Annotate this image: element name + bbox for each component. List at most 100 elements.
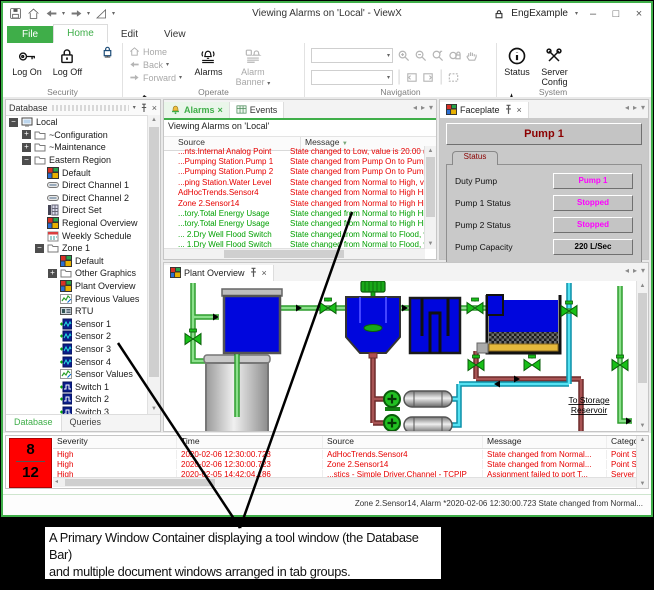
zoom-original-icon[interactable] xyxy=(431,49,444,62)
tree-item-sensor-2[interactable]: Sensor 2 xyxy=(6,330,148,343)
tab-database[interactable]: Database xyxy=(6,415,62,431)
tab-queries[interactable]: Queries xyxy=(62,415,110,431)
alarm-row[interactable]: ...Pumping Station.Pump 2State changed f… xyxy=(164,167,425,177)
tab-view[interactable]: View xyxy=(151,26,199,43)
forward-dropdown-icon[interactable]: ▾ xyxy=(87,10,90,17)
tree-item-plant-overview[interactable]: Plant Overview xyxy=(6,280,148,293)
tab-close-icon[interactable]: × xyxy=(517,105,522,115)
alarm-row[interactable]: Zone 2.Sensor14State changed from Normal… xyxy=(164,198,425,208)
pan-hand-icon[interactable] xyxy=(465,49,478,62)
tree-item-weekly-schedule[interactable]: Weekly Schedule xyxy=(6,229,148,242)
back-icon[interactable] xyxy=(44,7,58,21)
pin-icon[interactable] xyxy=(503,104,514,115)
collapse-icon[interactable]: − xyxy=(9,118,18,127)
zoom-in-icon[interactable] xyxy=(397,49,410,62)
banner-vscrollbar[interactable]: ▲ ▼ xyxy=(636,436,648,488)
faceplate-value-button[interactable]: Stopped xyxy=(553,195,633,211)
tab-home[interactable]: Home xyxy=(53,24,108,43)
tree-item-direct-channel-1[interactable]: Direct Channel 1 xyxy=(6,179,148,192)
tree-item-rtu[interactable]: RTU xyxy=(6,305,148,318)
tree-item-sensor-4[interactable]: Sensor 4 xyxy=(6,355,148,368)
tab-faceplate[interactable]: Faceplate × xyxy=(440,102,529,118)
collapse-icon[interactable]: − xyxy=(22,156,31,165)
maximize-button[interactable]: □ xyxy=(608,5,624,23)
tree-item-direct-set[interactable]: Direct Set xyxy=(6,204,148,217)
scroll-left-icon[interactable]: ◂ xyxy=(55,478,58,485)
tree-item-sensor-3[interactable]: Sensor 3 xyxy=(6,343,148,356)
scroll-down-icon[interactable]: ▼ xyxy=(637,421,648,431)
expand-icon[interactable]: + xyxy=(22,130,31,139)
customize-qat-icon[interactable]: ▾ xyxy=(112,10,115,17)
alarm-row[interactable]: ...nts.Internal Analog PointState change… xyxy=(164,146,425,156)
tree-item-other-graphics[interactable]: +Other Graphics xyxy=(6,267,148,280)
next-view-icon[interactable] xyxy=(422,71,435,84)
scroll-up-icon[interactable]: ▲ xyxy=(637,281,648,291)
workstation-lock-icon[interactable] xyxy=(101,45,114,58)
scroll-down-icon[interactable]: ▼ xyxy=(425,239,436,249)
tab-scroll-right-icon[interactable]: ▸ xyxy=(421,103,425,112)
column-message[interactable]: Message xyxy=(483,436,607,448)
tab-close-icon[interactable]: × xyxy=(218,105,223,115)
faceplate-value-button[interactable]: 220 L/Sec xyxy=(553,239,633,255)
alarm-row[interactable]: ... 2.Dry Well Flood SwitchState changed… xyxy=(164,229,425,239)
scroll-up-icon[interactable]: ▲ xyxy=(425,146,436,156)
zoom-lock-icon[interactable] xyxy=(448,49,461,62)
log-on-button[interactable]: Log On xyxy=(9,43,45,78)
tab-alarms[interactable]: Alarms × xyxy=(164,102,230,118)
scrollbar-thumb[interactable] xyxy=(65,479,215,486)
faceplate-value-button[interactable]: Pump 1 xyxy=(553,173,633,189)
tree-item-switch-1[interactable]: Switch 1 xyxy=(6,380,148,393)
scroll-down-icon[interactable]: ▼ xyxy=(637,481,648,487)
tab-scroll-right-icon[interactable]: ▸ xyxy=(633,266,637,275)
tree-item-previous-values[interactable]: Previous Values xyxy=(6,292,148,305)
alarms-button[interactable]: Alarms xyxy=(188,43,228,78)
tab-scroll-left-icon[interactable]: ◂ xyxy=(625,266,629,275)
previous-view-icon[interactable] xyxy=(405,71,418,84)
expand-icon[interactable]: + xyxy=(48,269,57,278)
tree-item-sensor-values[interactable]: Sensor Values xyxy=(6,368,148,381)
alarm-row[interactable]: ...tory.Total Energy UsageState changed … xyxy=(164,208,425,218)
collapse-icon[interactable]: − xyxy=(35,244,44,253)
zoom-out-icon[interactable] xyxy=(414,49,427,62)
tree-item-regional-overview[interactable]: Regional Overview xyxy=(6,217,148,230)
home-icon[interactable] xyxy=(26,7,40,21)
server-config-button[interactable]: ServerConfig xyxy=(537,43,571,87)
full-screen-icon[interactable] xyxy=(447,71,460,84)
scrollbar-thumb[interactable] xyxy=(149,127,159,377)
column-category[interactable]: Category xyxy=(607,436,637,448)
tab-scroll-left-icon[interactable]: ◂ xyxy=(625,103,629,112)
tab-list-icon[interactable]: ▾ xyxy=(641,266,645,275)
tree-item-sensor-1[interactable]: Sensor 1 xyxy=(6,318,148,331)
scrollbar-thumb[interactable] xyxy=(426,157,435,217)
alarm-banner-button[interactable]: AlarmBanner ▾ xyxy=(233,43,273,89)
tab-close-icon[interactable]: × xyxy=(262,268,267,278)
tree-item-configuration[interactable]: +~Configuration xyxy=(6,129,148,142)
scroll-up-icon[interactable]: ▲ xyxy=(637,437,648,443)
tree-item-zone-1[interactable]: −Zone 1 xyxy=(6,242,148,255)
faceplate-value-button[interactable]: Stopped xyxy=(553,217,633,233)
save-icon[interactable] xyxy=(8,7,22,21)
tab-events[interactable]: Events xyxy=(230,102,285,118)
tab-plant-overview[interactable]: Plant Overview × xyxy=(164,265,274,281)
banner-alarm-row[interactable]: High2020-02-06 12:30:00.723AdHocTrends.S… xyxy=(53,449,637,459)
tab-edit[interactable]: Edit xyxy=(108,26,151,43)
tab-scroll-left-icon[interactable]: ◂ xyxy=(413,103,417,112)
column-source[interactable]: Source xyxy=(323,436,483,448)
plant-mimic[interactable]: To Storage Reservoir xyxy=(164,281,637,431)
tree-item-default[interactable]: Default xyxy=(6,255,148,268)
tab-list-icon[interactable]: ▾ xyxy=(641,103,645,112)
banner-alarm-row[interactable]: High2020-02-06 12:30:00.723Zone 2.Sensor… xyxy=(53,459,637,469)
tab-scroll-right-icon[interactable]: ▸ xyxy=(633,103,637,112)
alarm-row[interactable]: AdHocTrends.Sensor4State changed from No… xyxy=(164,188,425,198)
operate-forward-button[interactable]: Forward▾ xyxy=(129,72,182,83)
operate-back-button[interactable]: Back▾ xyxy=(129,59,182,70)
user-dropdown-icon[interactable]: ▾ xyxy=(575,10,578,17)
logged-in-user[interactable]: EngExample xyxy=(511,8,568,19)
expand-icon[interactable]: + xyxy=(22,143,31,152)
tab-list-icon[interactable]: ▾ xyxy=(429,103,433,112)
display-combobox[interactable]: ▾ xyxy=(311,70,393,85)
tree-item-maintenance[interactable]: +~Maintenance xyxy=(6,141,148,154)
operate-home-button[interactable]: Home xyxy=(129,46,182,57)
log-off-button[interactable]: Log Off xyxy=(49,43,85,78)
minimize-button[interactable]: – xyxy=(585,5,601,23)
